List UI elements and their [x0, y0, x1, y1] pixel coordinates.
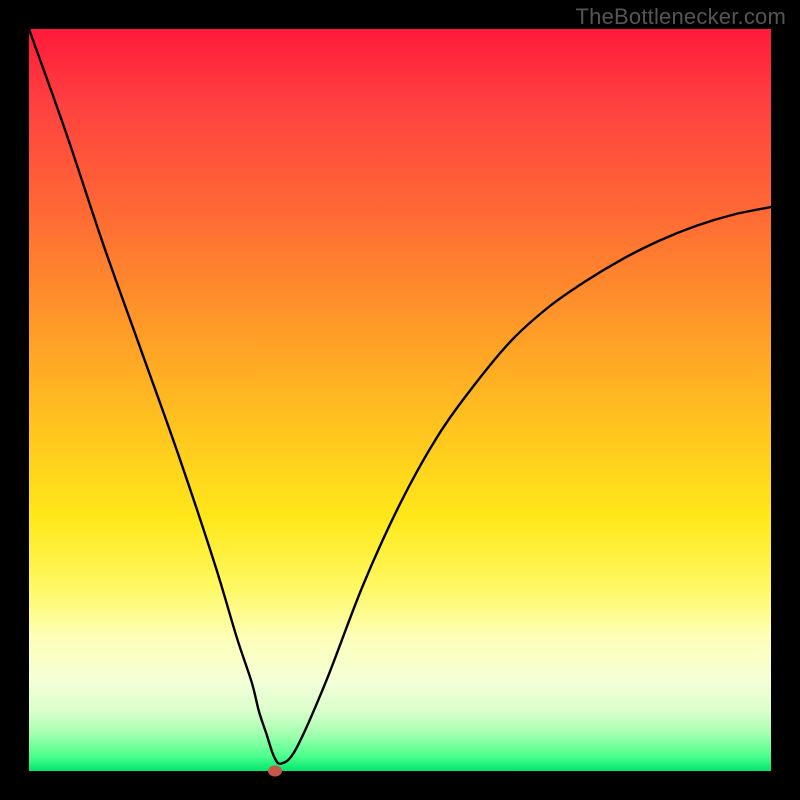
optimum-marker: [268, 766, 282, 777]
chart-plot-area: [29, 29, 771, 771]
bottleneck-curve: [29, 29, 771, 771]
watermark-label: TheBottlenecker.com: [576, 4, 786, 30]
